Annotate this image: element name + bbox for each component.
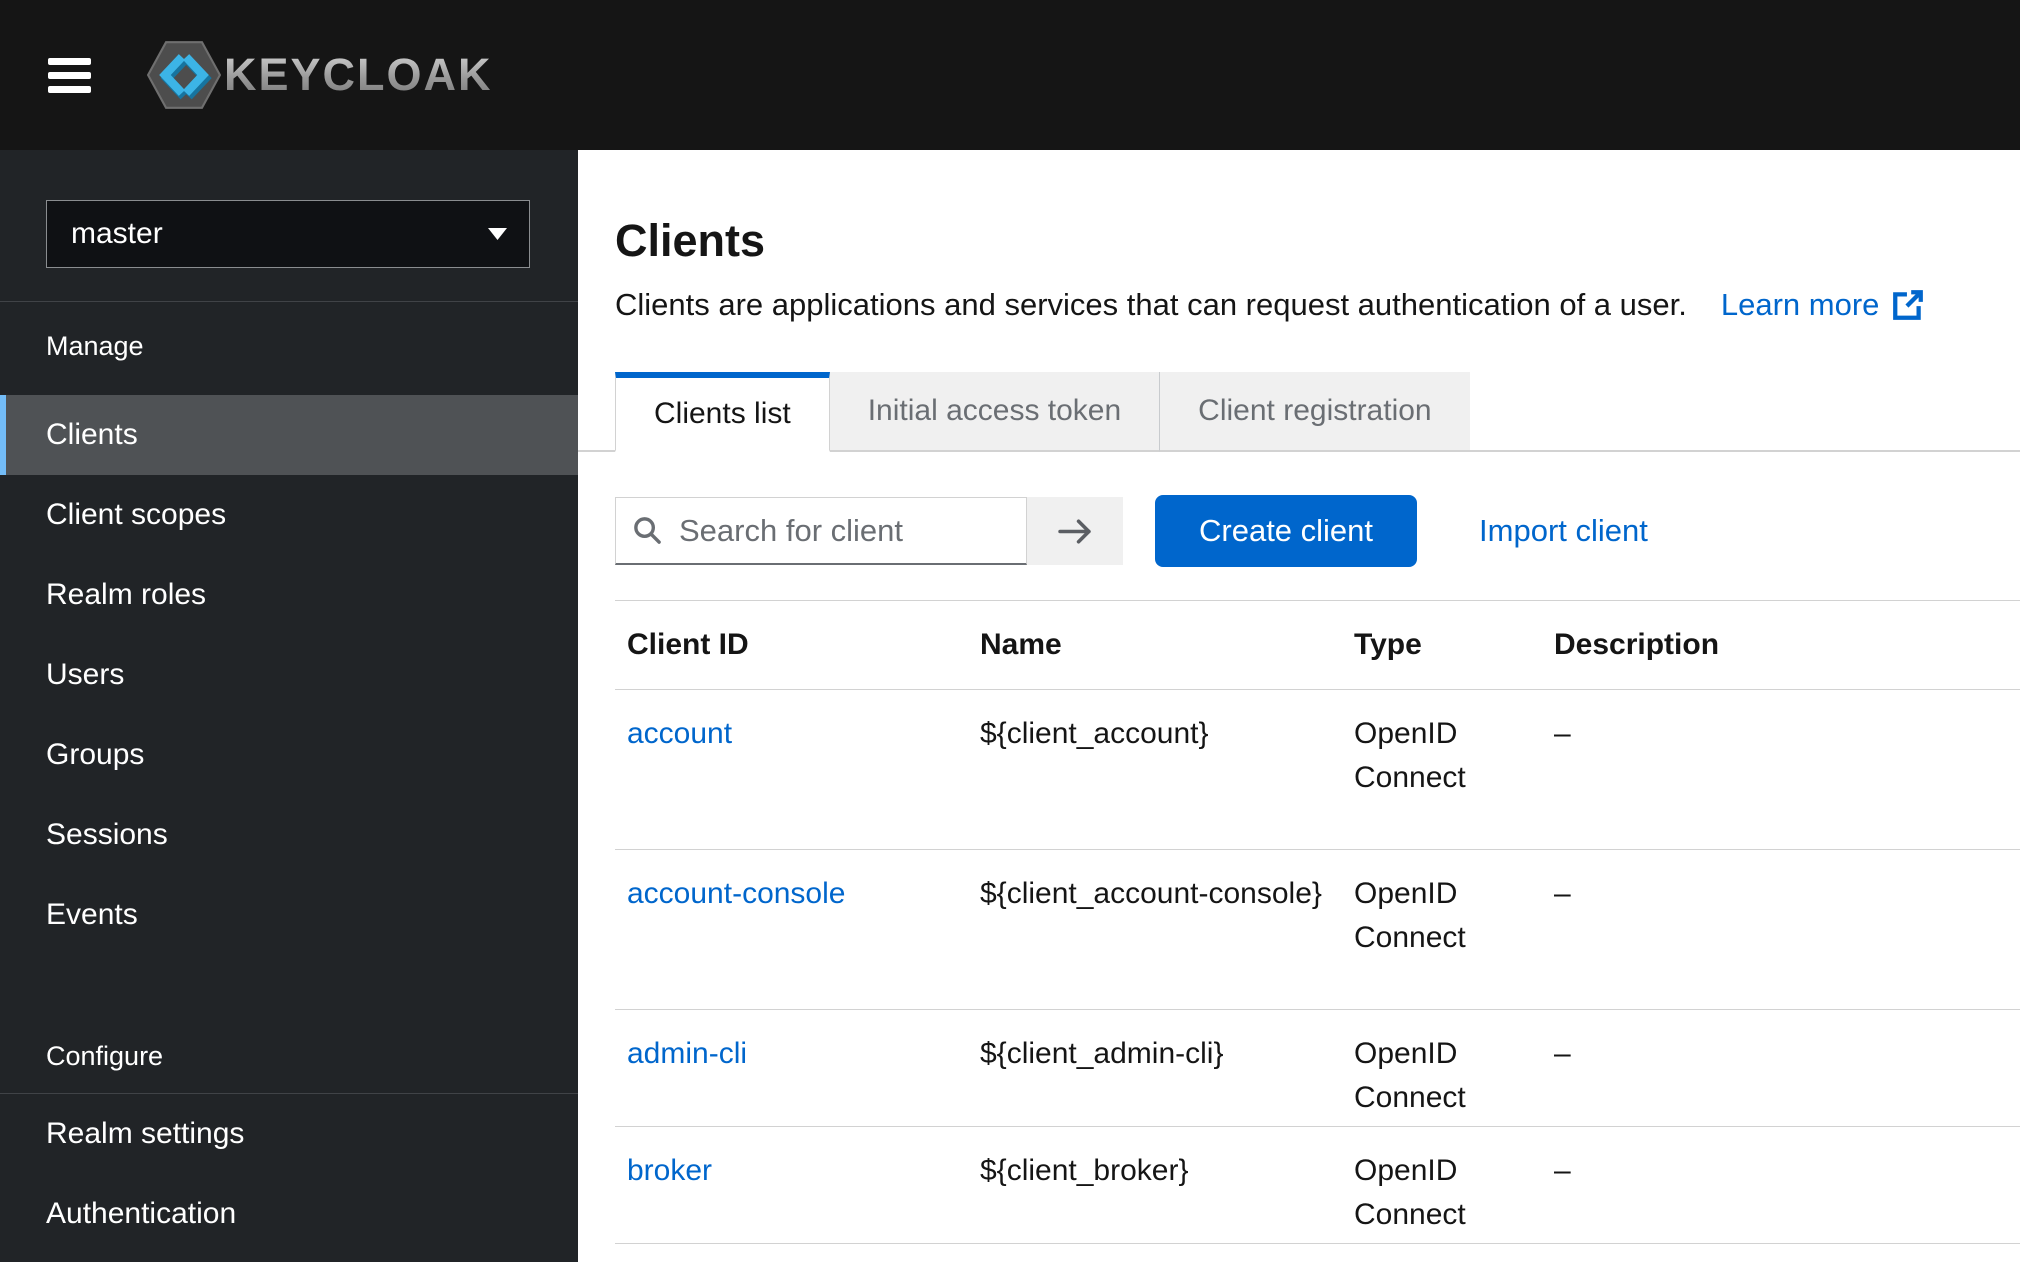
page-description-row: Clients are applications and services th… [615, 285, 2020, 325]
sidebar-nav-configure: Realm settings Authentication [0, 1094, 578, 1254]
client-id-link[interactable]: admin-cli [615, 1010, 968, 1126]
realm-selector-value: master [71, 217, 163, 251]
column-header-description: Description [1542, 628, 2020, 662]
client-id-link[interactable]: account [615, 690, 968, 849]
table-row: account ${client_account} OpenID Connect… [615, 690, 2020, 850]
client-description: – [1542, 850, 2020, 1009]
table-header-row: Client ID Name Type Description [615, 600, 2020, 690]
sidebar-item-client-scopes[interactable]: Client scopes [0, 475, 578, 555]
keycloak-hexagon-icon [147, 41, 221, 109]
tab-bar-lead [578, 372, 615, 452]
table-row: admin-cli ${client_admin-cli} OpenID Con… [615, 1010, 2020, 1127]
learn-more-link[interactable]: Learn more [1721, 285, 1926, 325]
column-header-name: Name [968, 628, 1342, 662]
column-header-type: Type [1342, 628, 1542, 662]
brand-text: KEYCLOAK [224, 49, 493, 101]
sidebar-item-events[interactable]: Events [0, 875, 578, 955]
client-description: – [1542, 690, 2020, 849]
sidebar-item-authentication[interactable]: Authentication [0, 1174, 578, 1254]
hamburger-menu-icon[interactable] [48, 58, 91, 93]
create-client-button[interactable]: Create client [1155, 495, 1417, 567]
client-name: ${client_account} [968, 690, 1342, 849]
client-id-link[interactable]: broker [615, 1127, 968, 1243]
chevron-down-icon [488, 228, 507, 240]
clients-toolbar: Create client Import client [615, 495, 2020, 567]
search-submit-button[interactable] [1027, 497, 1123, 565]
main-content: Clients Clients are applications and ser… [578, 150, 2020, 1262]
import-client-link[interactable]: Import client [1479, 513, 1648, 549]
client-name: ${client_account-console} [968, 850, 1342, 1009]
tab-initial-access-token[interactable]: Initial access token [830, 372, 1159, 452]
sidebar-nav-manage: Clients Client scopes Realm roles Users … [0, 395, 578, 955]
client-type: OpenID Connect [1342, 850, 1542, 1009]
sidebar-section-configure: Configure [0, 955, 578, 1073]
client-type: OpenID Connect [1342, 1010, 1542, 1126]
tab-clients-list[interactable]: Clients list [615, 372, 830, 452]
client-description: – [1542, 1010, 2020, 1126]
tab-client-registration[interactable]: Client registration [1159, 372, 1469, 452]
page-layout: master Manage Clients Client scopes Real… [0, 150, 2020, 1262]
client-id-link[interactable]: account-console [615, 850, 968, 1009]
sidebar-item-clients[interactable]: Clients [0, 395, 578, 475]
tab-bar-filler [1470, 372, 2020, 452]
sidebar: master Manage Clients Client scopes Real… [0, 150, 578, 1262]
arrow-right-icon [1057, 517, 1094, 546]
sidebar-item-realm-settings[interactable]: Realm settings [0, 1094, 578, 1174]
client-name: ${client_broker} [968, 1127, 1342, 1243]
keycloak-admin-console: KEYCLOAK master Manage Clients Client sc… [0, 0, 2020, 1262]
page-title: Clients [615, 214, 2020, 268]
search-group [615, 497, 1123, 565]
table-row: account-console ${client_account-console… [615, 850, 2020, 1010]
client-description: – [1542, 1127, 2020, 1243]
external-link-icon [1891, 288, 1925, 322]
search-icon [632, 515, 663, 546]
realm-selector[interactable]: master [46, 200, 530, 268]
sidebar-item-users[interactable]: Users [0, 635, 578, 715]
client-name: ${client_admin-cli} [968, 1010, 1342, 1126]
sidebar-item-sessions[interactable]: Sessions [0, 795, 578, 875]
table-row: broker ${client_broker} OpenID Connect – [615, 1127, 2020, 1244]
sidebar-item-groups[interactable]: Groups [0, 715, 578, 795]
search-input-wrap [615, 497, 1027, 565]
client-type: OpenID Connect [1342, 1127, 1542, 1243]
search-input[interactable] [677, 512, 1011, 550]
keycloak-logo: KEYCLOAK [147, 41, 493, 109]
tab-bar: Clients list Initial access token Client… [578, 372, 2020, 452]
sidebar-item-realm-roles[interactable]: Realm roles [0, 555, 578, 635]
clients-table: Client ID Name Type Description account … [615, 600, 2020, 1244]
top-bar: KEYCLOAK [0, 0, 2020, 150]
sidebar-section-manage: Manage [0, 302, 578, 363]
page-description: Clients are applications and services th… [615, 285, 1687, 325]
client-type: OpenID Connect [1342, 690, 1542, 849]
column-header-client-id: Client ID [615, 628, 968, 662]
